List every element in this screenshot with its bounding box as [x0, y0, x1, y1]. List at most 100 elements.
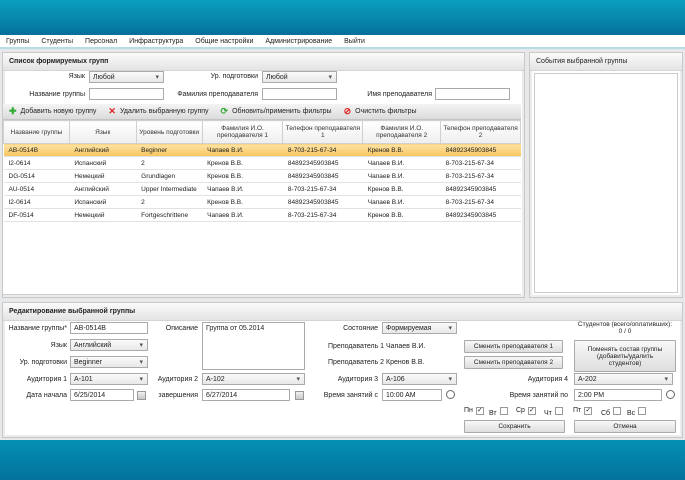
group-name-filter-label: Название группы: [29, 91, 85, 98]
name-label: Название группы*: [8, 325, 67, 332]
lang-filter-select[interactable]: Любой: [89, 71, 164, 83]
day-checkbox-0[interactable]: Пн ✓: [464, 407, 484, 415]
checkbox[interactable]: ✓: [475, 407, 484, 415]
table-row[interactable]: AU-0514 Английский Upper Intermediate Чапае…: [3, 182, 521, 196]
menu-item[interactable]: Персонал: [79, 38, 123, 45]
description-label: Описание: [165, 325, 198, 332]
save-button[interactable]: Сохранить: [464, 420, 565, 433]
table-row[interactable]: I2-0614 Испанский 2 Кренов В.В. 848923459038…: [3, 195, 521, 209]
refresh-filters-button[interactable]: ⟳ Обновить/применить фильтры: [221, 106, 332, 117]
checkbox[interactable]: ✓: [527, 407, 536, 415]
table-row[interactable]: I2-0614 Испанский 2 Кренов В.В. 848923459038…: [3, 156, 521, 170]
menu-item[interactable]: Администрирование: [259, 38, 338, 45]
column-header[interactable]: Фамилия И.О. преподавателя 2: [362, 120, 442, 144]
add-group-label: Добавить новую группу: [20, 108, 97, 115]
column-header[interactable]: Телефон преподавателя 2: [440, 120, 521, 144]
time-from-label: Время занятий с: [323, 392, 378, 399]
day-checkbox-3[interactable]: Чт: [544, 407, 563, 417]
group-name-filter-input[interactable]: [89, 88, 164, 100]
level-filter-select[interactable]: Любой: [262, 71, 337, 83]
table-row[interactable]: DG-0514 Немецкий Grundlagen Кренов В.В. 8489…: [3, 169, 521, 183]
table-cell: Чапаев В.И.: [202, 143, 283, 157]
column-header[interactable]: Фамилия И.О. преподавателя 1: [201, 120, 284, 144]
table-cell: 8-703-215-67-34: [440, 195, 521, 209]
table-cell: 2: [136, 195, 203, 209]
table-cell: Испанский: [69, 156, 137, 170]
change-teacher1-button[interactable]: Сменить преподавателя 1: [464, 340, 563, 353]
room3-select[interactable]: A-106: [382, 373, 457, 385]
room4-select[interactable]: A-202: [574, 373, 673, 385]
room4-label: Аудитория 4: [527, 376, 568, 383]
day-checkbox-5[interactable]: Сб: [601, 407, 622, 417]
menu-item[interactable]: Группы: [0, 38, 35, 45]
day-checkbox-2[interactable]: Ср ✓: [516, 407, 536, 415]
end-date-input[interactable]: 6/27/2014: [202, 389, 290, 401]
description-textarea[interactable]: Группа от 05.2014: [202, 322, 305, 370]
groups-table-container: Название группы Язык Уровень подготовки Фам…: [3, 120, 521, 295]
clock-icon[interactable]: [666, 390, 675, 399]
day-label: Сб: [601, 410, 611, 417]
menu-item[interactable]: Инфраструктура: [123, 38, 189, 45]
table-cell: 84892345903845: [440, 182, 521, 196]
day-label: Вт: [489, 410, 497, 417]
lang-label: Язык: [50, 342, 67, 349]
level-filter-label: Ур. подготовки: [210, 73, 258, 80]
menu-item[interactable]: Общие настройки: [189, 38, 259, 45]
room2-select[interactable]: A-102: [202, 373, 305, 385]
teacher-name-filter-input[interactable]: [435, 88, 510, 100]
column-header[interactable]: Название группы: [3, 120, 70, 144]
menu-item[interactable]: Выйти: [338, 38, 371, 45]
teacher1-label: Преподаватель 1: [328, 343, 385, 350]
events-panel-title: События выбранной группы: [530, 53, 682, 71]
day-checkbox-6[interactable]: Вс: [627, 407, 647, 417]
menu-item[interactable]: Студенты: [35, 38, 79, 45]
state-select[interactable]: Формируемая: [382, 322, 457, 334]
checkbox[interactable]: [613, 407, 622, 415]
name-input[interactable]: AB-0514B: [70, 322, 148, 334]
checkbox[interactable]: ✓: [584, 407, 593, 415]
table-cell: Кренов В.В.: [362, 143, 441, 157]
change-teacher2-button[interactable]: Сменить преподавателя 2: [464, 356, 563, 369]
calendar-icon[interactable]: [295, 391, 304, 400]
clear-filters-button[interactable]: ⊘ Очистить фильтры: [344, 106, 417, 117]
table-cell: Английский: [69, 143, 137, 157]
time-from-input[interactable]: 10:00 AM: [382, 389, 442, 401]
refresh-icon: ⟳: [220, 106, 229, 116]
checkbox[interactable]: [499, 407, 508, 415]
time-to-input[interactable]: 2:00 PM: [574, 389, 662, 401]
end-date-label: завершения: [158, 392, 198, 399]
edit-panel-title: Редактирование выбранной группы: [3, 303, 682, 321]
column-header[interactable]: Язык: [68, 120, 137, 144]
change-students-button[interactable]: Поменять состав группы (добавить/удалить…: [574, 340, 676, 372]
table-cell: Кренов В.В.: [362, 208, 441, 222]
cancel-button[interactable]: Отмена: [574, 420, 676, 433]
table-cell: 84892345903845: [282, 195, 363, 209]
column-header[interactable]: Телефон преподавателя 1: [282, 120, 364, 144]
column-header[interactable]: Уровень подготовки: [135, 120, 203, 144]
table-row[interactable]: DF-0514 Немецкий Fortgeschrittene Чапаев В.…: [3, 208, 521, 222]
checkbox[interactable]: [638, 407, 647, 415]
teacher-surname-filter-input[interactable]: [262, 88, 337, 100]
add-group-button[interactable]: ✚ Добавить новую группу: [9, 106, 96, 117]
students-count: Студентов (всего/оплативших): 0 / 0: [573, 321, 677, 335]
table-cell: AB-0514B: [3, 143, 70, 157]
day-checkbox-1[interactable]: Вт: [489, 407, 508, 417]
table-cell: Upper Intermediate: [136, 182, 203, 196]
main-menu: Группы Студенты Персонал Инфраструктура Общи…: [0, 35, 685, 49]
table-cell: Чапаев В.И.: [202, 182, 283, 196]
day-checkbox-4[interactable]: Пт ✓: [573, 407, 593, 415]
teacher2-value: Кренов В.В.: [386, 359, 425, 366]
events-list[interactable]: [534, 73, 678, 293]
delete-group-button[interactable]: ✕ Удалить выбранную группу: [108, 106, 208, 117]
calendar-icon[interactable]: [137, 391, 146, 400]
clear-icon: ⊘: [343, 106, 352, 116]
checkbox[interactable]: [554, 407, 563, 415]
table-row[interactable]: AB-0514B Английский Beginner Чапаев В.И. 8-7…: [3, 143, 521, 157]
refresh-filters-label: Обновить/применить фильтры: [232, 108, 332, 115]
clock-icon[interactable]: [446, 390, 455, 399]
level-select[interactable]: Beginner: [70, 356, 148, 368]
start-date-input[interactable]: 6/25/2014: [70, 389, 134, 401]
lang-select[interactable]: Английский: [70, 339, 148, 351]
room1-select[interactable]: A-101: [70, 373, 148, 385]
table-cell: DG-0514: [3, 169, 70, 183]
